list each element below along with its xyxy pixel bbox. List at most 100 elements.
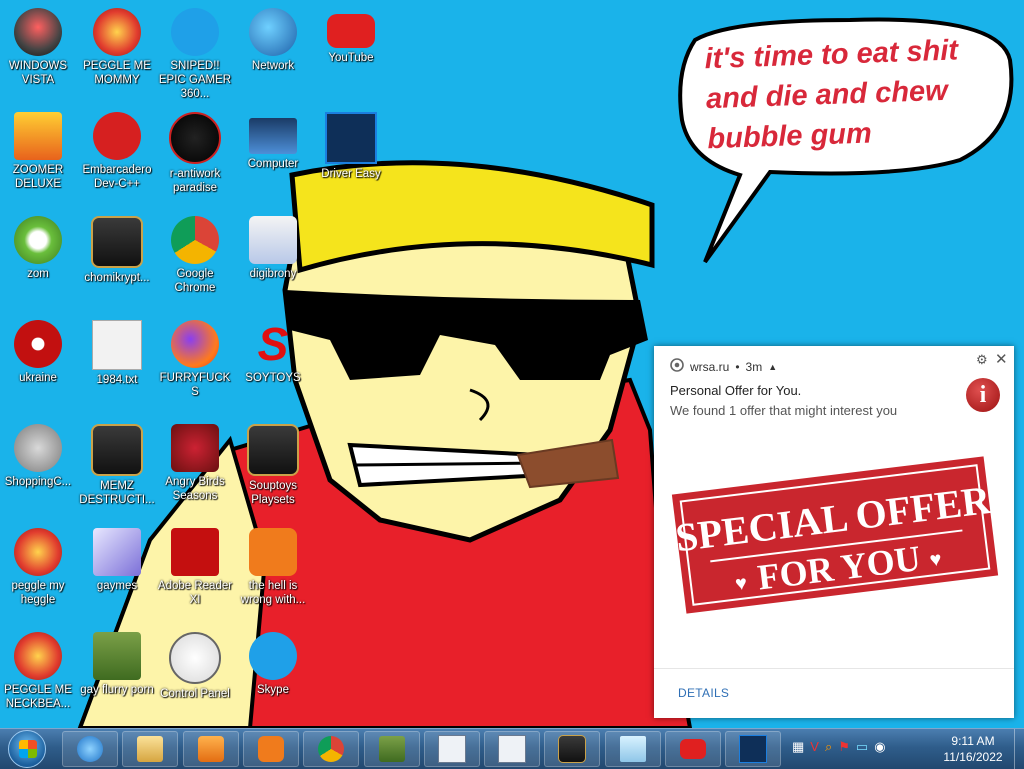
flag-icon[interactable]: ⚑ (838, 739, 850, 755)
desktop-icon[interactable]: Google Chrome (156, 214, 234, 295)
desktop-icon[interactable]: Angry Birds Seasons (156, 422, 234, 503)
desktop-icon[interactable]: peggle my heggle (0, 526, 77, 607)
desktop-icon[interactable]: 1984.txt (78, 318, 156, 387)
info-icon: i (966, 378, 1000, 412)
desktop-icon-label: Embarcadero Dev-C++ (82, 164, 152, 190)
media-player-icon (197, 736, 224, 762)
generic-app-icon (247, 424, 299, 476)
desktop-icon-label: Adobe Reader XI (157, 580, 233, 606)
desktop-icon[interactable]: gaymes (78, 526, 156, 593)
desktop-icon-label: FURRYFUCKS (159, 372, 231, 398)
desktop-icon[interactable]: Network (234, 6, 312, 73)
desktop-icon[interactable]: Driver Easy (312, 110, 390, 181)
display-icon[interactable]: ▭ (856, 739, 868, 755)
desktop-icon[interactable]: chomikrypt... (78, 214, 156, 285)
desktop-icon[interactable]: MEMZ DESTRUCTI... (78, 422, 156, 507)
taskbar-button[interactable] (544, 731, 601, 767)
volume-icon[interactable]: ◉ (874, 739, 885, 755)
taskbar-button[interactable] (62, 731, 118, 767)
taskbar-button[interactable] (182, 731, 239, 767)
taskbar-button[interactable] (665, 731, 721, 767)
control-panel-icon (169, 632, 221, 684)
adobe-reader-icon (171, 528, 219, 576)
uc-browser-icon (257, 736, 284, 762)
youtube-icon (680, 739, 706, 759)
desktop-icon[interactable]: Computer (234, 110, 312, 171)
desktop-icon[interactable]: ZOOMER DELUXE (0, 110, 77, 191)
desktop-icon[interactable]: PEGGLE ME NECKBEA... (0, 630, 77, 711)
tray-antivirus-icon[interactable]: V (810, 739, 819, 755)
explorer-icon (137, 736, 164, 762)
taskbar-button[interactable] (242, 731, 299, 767)
windows-logo-icon (19, 740, 37, 758)
taskbar-button[interactable] (122, 731, 179, 767)
desktop-icon[interactable]: Embarcadero Dev-C++ (78, 110, 156, 191)
firefox-icon (171, 320, 219, 368)
taskbar-button[interactable] (604, 731, 661, 767)
show-desktop-button[interactable] (1014, 729, 1024, 769)
driver-easy-icon (739, 735, 768, 763)
skype-icon (171, 8, 219, 56)
taskbar: ▦ V ⌕ ⚑ ▭ ◉ 9:11 AM 11/16/2022 (0, 728, 1024, 769)
desktop-icon[interactable]: YouTube (312, 6, 390, 65)
notification-toast[interactable]: wrsa.ru • 3m ▲ ⚙ ✕ Personal Offer for Yo… (654, 346, 1014, 718)
details-button[interactable]: DETAILS (678, 686, 729, 700)
notification-source: wrsa.ru • 3m ▲ (670, 358, 777, 375)
ie-icon (77, 736, 103, 762)
desktop-icon[interactable]: zom (0, 214, 77, 281)
desktop-icon[interactable]: the hell is wrong with... (234, 526, 312, 607)
desktop-icon-label: SOYTOYS (245, 372, 301, 384)
desktop-icon[interactable]: S SOYTOYS (234, 318, 312, 385)
start-button[interactable] (8, 730, 46, 768)
taskbar-button[interactable] (484, 731, 541, 767)
notification-age: 3m (745, 359, 763, 374)
tray-search-icon[interactable]: ⌕ (825, 739, 832, 755)
desktop-icon[interactable]: digibrony (234, 214, 312, 281)
clock[interactable]: 9:11 AM 11/16/2022 (938, 733, 1008, 765)
antiwork-icon (169, 112, 221, 164)
taskbar-button[interactable] (725, 731, 782, 767)
window-icon (498, 735, 527, 763)
special-offer-banner: SPECIAL OFFER FOR YOU ♥ ♥ (671, 456, 999, 614)
angry-birds-icon (171, 424, 219, 472)
taskbar-button[interactable] (303, 731, 360, 767)
desktop-icon-label: ZOOMER DELUXE (12, 164, 64, 190)
youtube-icon (327, 14, 375, 48)
notification-title: Personal Offer for You. (670, 383, 802, 398)
close-icon[interactable]: ✕ (995, 350, 1008, 368)
desktop-icon[interactable]: ShoppingC... (0, 422, 77, 489)
desktop-icon[interactable]: Control Panel (156, 630, 234, 701)
desktop-icon-label: Souptoys Playsets (249, 480, 297, 506)
taskbar-button[interactable] (363, 731, 420, 767)
desktop-icon-label: the hell is wrong with... (240, 580, 306, 606)
desktop-icon-label: MEMZ DESTRUCTI... (79, 480, 155, 506)
desktop-icon[interactable]: gay flurry porn (78, 630, 156, 697)
desktop-icon[interactable]: WINDOWS VISTA (0, 6, 77, 87)
desktop-icon[interactable]: SNIPED!! EPIC GAMER 360... (156, 6, 234, 101)
desktop-icon[interactable]: r-antiwork paradise (156, 110, 234, 195)
desktop-icon[interactable]: PEGGLE ME MOMMY (78, 6, 156, 87)
chevron-up-icon[interactable]: ▲ (768, 362, 777, 372)
generic-app-icon (91, 216, 143, 268)
desktop-icon[interactable]: Adobe Reader XI (156, 526, 234, 607)
desktop-icon[interactable]: FURRYFUCKS (156, 318, 234, 399)
desktop-icon[interactable]: ukraine (0, 318, 77, 385)
tray-app-icon[interactable]: ▦ (792, 739, 804, 755)
desktop-icon-label: digibrony (249, 268, 297, 280)
desktop-icon-label: Network (251, 60, 295, 72)
desktop-icon[interactable]: Souptoys Playsets (234, 422, 312, 507)
window-icon (437, 735, 466, 763)
taskbar-button[interactable] (423, 731, 480, 767)
system-tray: ▦ V ⌕ ⚑ ▭ ◉ (792, 739, 886, 755)
chrome-icon (171, 216, 219, 264)
box-bear-icon (378, 736, 405, 762)
desktop-icon-label: peggle my heggle (11, 580, 65, 606)
chrome-icon (670, 358, 684, 375)
notification-body: We found 1 offer that might interest you (670, 403, 898, 418)
gear-icon[interactable]: ⚙ (976, 352, 988, 368)
uc-browser-icon (249, 528, 297, 576)
chrome-icon (318, 736, 345, 762)
desktop-icon-label: r-antiwork paradise (169, 168, 221, 194)
desktop-icon-label: Computer (247, 158, 299, 170)
desktop-icon[interactable]: Skype (234, 630, 312, 697)
